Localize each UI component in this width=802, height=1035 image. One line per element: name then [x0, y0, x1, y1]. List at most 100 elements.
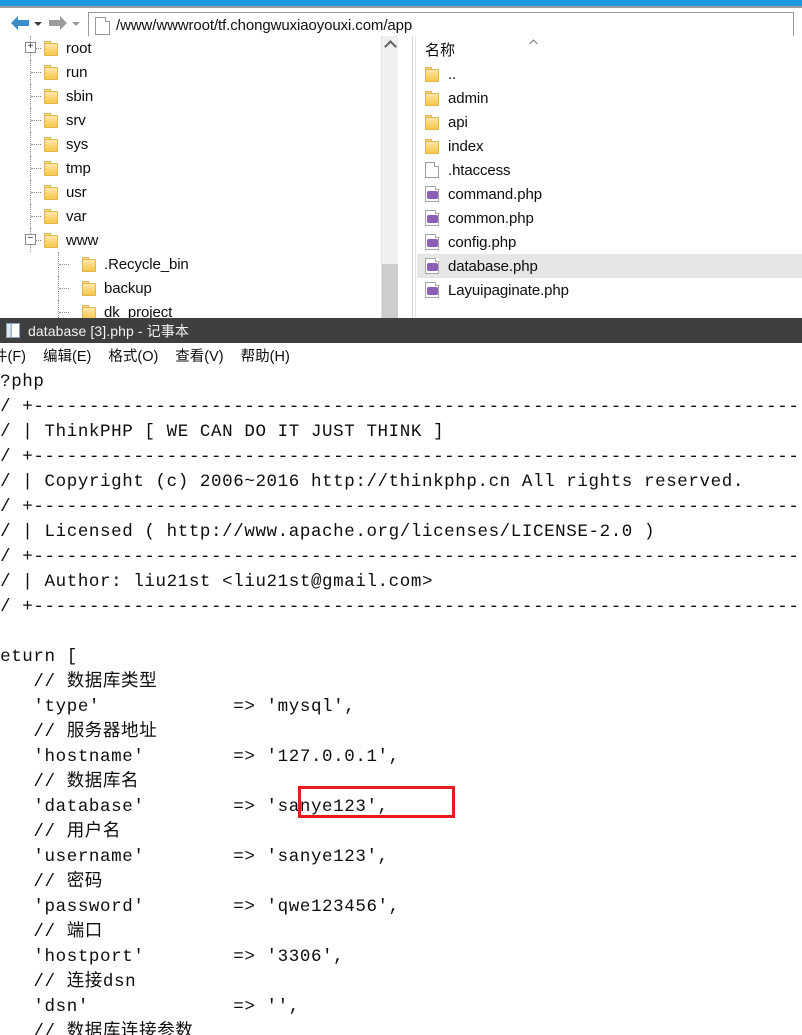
code-line: // 数据库类型 — [0, 672, 158, 692]
tree-item-www[interactable]: − www — [0, 228, 398, 252]
folder-icon — [44, 232, 58, 248]
menu-help[interactable]: 帮助(H) — [241, 345, 290, 366]
tree-vertical-scrollbar[interactable] — [381, 36, 398, 318]
elephant-glyph: ⬛ — [427, 287, 438, 295]
tree-connector-line — [31, 192, 41, 194]
arrow-left-icon — [11, 16, 29, 30]
back-button[interactable] — [8, 12, 32, 34]
file-list-row[interactable]: .htaccess — [417, 158, 802, 182]
tree-connector-line — [59, 312, 69, 314]
file-list-row[interactable]: index — [417, 134, 802, 158]
folder-icon — [44, 136, 58, 152]
menu-view[interactable]: 查看(V) — [175, 345, 223, 366]
file-list-row[interactable]: ⬛ common.php — [417, 206, 802, 230]
address-bar[interactable]: /www/wwwroot/tf.chongwuxiaoyouxi.com/app — [88, 12, 794, 39]
folder-icon — [44, 208, 58, 224]
code-line: 'dsn' => '', — [0, 997, 300, 1017]
tree-item-label: backup — [104, 279, 152, 297]
file-list-row[interactable]: ⬛ database.php — [417, 254, 802, 278]
tree-collapse-button[interactable]: − — [25, 234, 36, 245]
notepad-menu-bar: 件(F) 编辑(E) 格式(O) 查看(V) 帮助(H) — [0, 343, 802, 369]
tree-item-icon-slot — [44, 40, 58, 56]
folder-icon — [44, 40, 58, 56]
scroll-up-button[interactable] — [382, 36, 398, 53]
tree-connector-line — [31, 72, 41, 74]
folder-icon — [44, 64, 58, 80]
file-name-label: database.php — [448, 257, 538, 275]
tree-item-dk_project[interactable]: dk_project — [0, 300, 398, 318]
tree-item-sbin[interactable]: sbin — [0, 84, 398, 108]
forward-history-dropdown[interactable] — [71, 20, 81, 28]
php-file-icon: ⬛ — [425, 234, 439, 250]
file-name-label: common.php — [448, 209, 534, 227]
tree-item-label: tmp — [66, 159, 91, 177]
folder-icon — [44, 112, 58, 128]
file-list-row[interactable]: api — [417, 110, 802, 134]
code-line: // 服务器地址 — [0, 722, 158, 742]
tree-item-label: run — [66, 63, 88, 81]
notepad-title-bar[interactable]: database [3].php - 记事本 — [0, 318, 802, 343]
tree-item-label: usr — [66, 183, 87, 201]
code-line: // +------------------------------------… — [0, 597, 802, 617]
tree-item-usr[interactable]: usr — [0, 180, 398, 204]
elephant-glyph: ⬛ — [427, 239, 438, 247]
file-name-label: .. — [448, 65, 457, 83]
tree-item-tmp[interactable]: tmp — [0, 156, 398, 180]
tree-item-icon-slot — [82, 304, 96, 318]
tree-connector-line — [31, 120, 41, 122]
menu-edit[interactable]: 编辑(E) — [43, 345, 91, 366]
tree-item-backup[interactable]: backup — [0, 276, 398, 300]
code-line: // 数据库连接参数 — [0, 1022, 194, 1035]
menu-file[interactable]: 件(F) — [0, 345, 26, 366]
tree-item-icon-slot — [44, 64, 58, 80]
tree-item-icon-slot — [44, 208, 58, 224]
folder-icon — [44, 160, 58, 176]
tree-item-root[interactable]: + root — [0, 36, 398, 60]
tree-item-label: sys — [66, 135, 89, 153]
tree-item-icon-slot — [44, 184, 58, 200]
file-list-row[interactable]: .. — [417, 62, 802, 86]
file-list-row[interactable]: ⬛ command.php — [417, 182, 802, 206]
code-line: // | Licensed ( http://www.apache.org/li… — [0, 522, 656, 542]
code-line: // +------------------------------------… — [0, 397, 802, 417]
tree-item-label: dk_project — [104, 303, 173, 319]
tree-expand-button[interactable]: + — [25, 42, 36, 53]
folder-icon — [425, 90, 439, 106]
folder-icon — [82, 304, 96, 318]
folder-icon — [425, 66, 439, 82]
tree-item-icon-slot — [44, 88, 58, 104]
folder-tree-panel[interactable]: + root run sbin srv sys tmp usr var − www .Recycle_… — [0, 36, 398, 318]
code-line: 'database' => 'sanye123', — [0, 797, 389, 817]
folder-icon — [82, 256, 96, 272]
notepad-text-area[interactable]: <?php // +-------------------------------… — [0, 368, 802, 1035]
file-list-row[interactable]: admin — [417, 86, 802, 110]
tree-connector-line — [31, 168, 41, 170]
tree-item-sys[interactable]: sys — [0, 132, 398, 156]
forward-button[interactable] — [46, 12, 70, 34]
menu-format[interactable]: 格式(O) — [108, 345, 158, 366]
tree-item-run[interactable]: run — [0, 60, 398, 84]
code-line: // 用户名 — [0, 822, 122, 842]
code-line: // | ThinkPHP [ WE CAN DO IT JUST THINK … — [0, 422, 445, 442]
file-name-label: index — [448, 137, 484, 155]
explorer-body: + root run sbin srv sys tmp usr var − www .Recycle_… — [0, 36, 802, 318]
file-list-row[interactable]: ⬛ Layuipaginate.php — [417, 278, 802, 302]
tree-item-recycle_bin[interactable]: .Recycle_bin — [0, 252, 398, 276]
tree-item-srv[interactable]: srv — [0, 108, 398, 132]
chevron-up-icon — [383, 39, 397, 53]
back-history-dropdown[interactable] — [33, 20, 43, 28]
chevron-up-icon — [529, 39, 538, 45]
file-list-header[interactable]: 名称 — [417, 36, 802, 62]
tree-item-var[interactable]: var — [0, 204, 398, 228]
file-list-panel[interactable]: 名称 ..adminapiindex.htaccess⬛command.php⬛… — [417, 36, 802, 318]
pane-divider-secondary — [415, 36, 416, 318]
page-icon — [95, 16, 110, 35]
code-line: // 密码 — [0, 872, 103, 892]
file-list-row[interactable]: ⬛ config.php — [417, 230, 802, 254]
tree-item-icon-slot — [44, 112, 58, 128]
scrollbar-thumb[interactable] — [382, 264, 398, 318]
code-line: // 连接dsn — [0, 972, 137, 992]
file-name-label: config.php — [448, 233, 517, 251]
notepad-window-title: database [3].php - 记事本 — [28, 322, 189, 339]
php-file-icon: ⬛ — [425, 282, 439, 298]
